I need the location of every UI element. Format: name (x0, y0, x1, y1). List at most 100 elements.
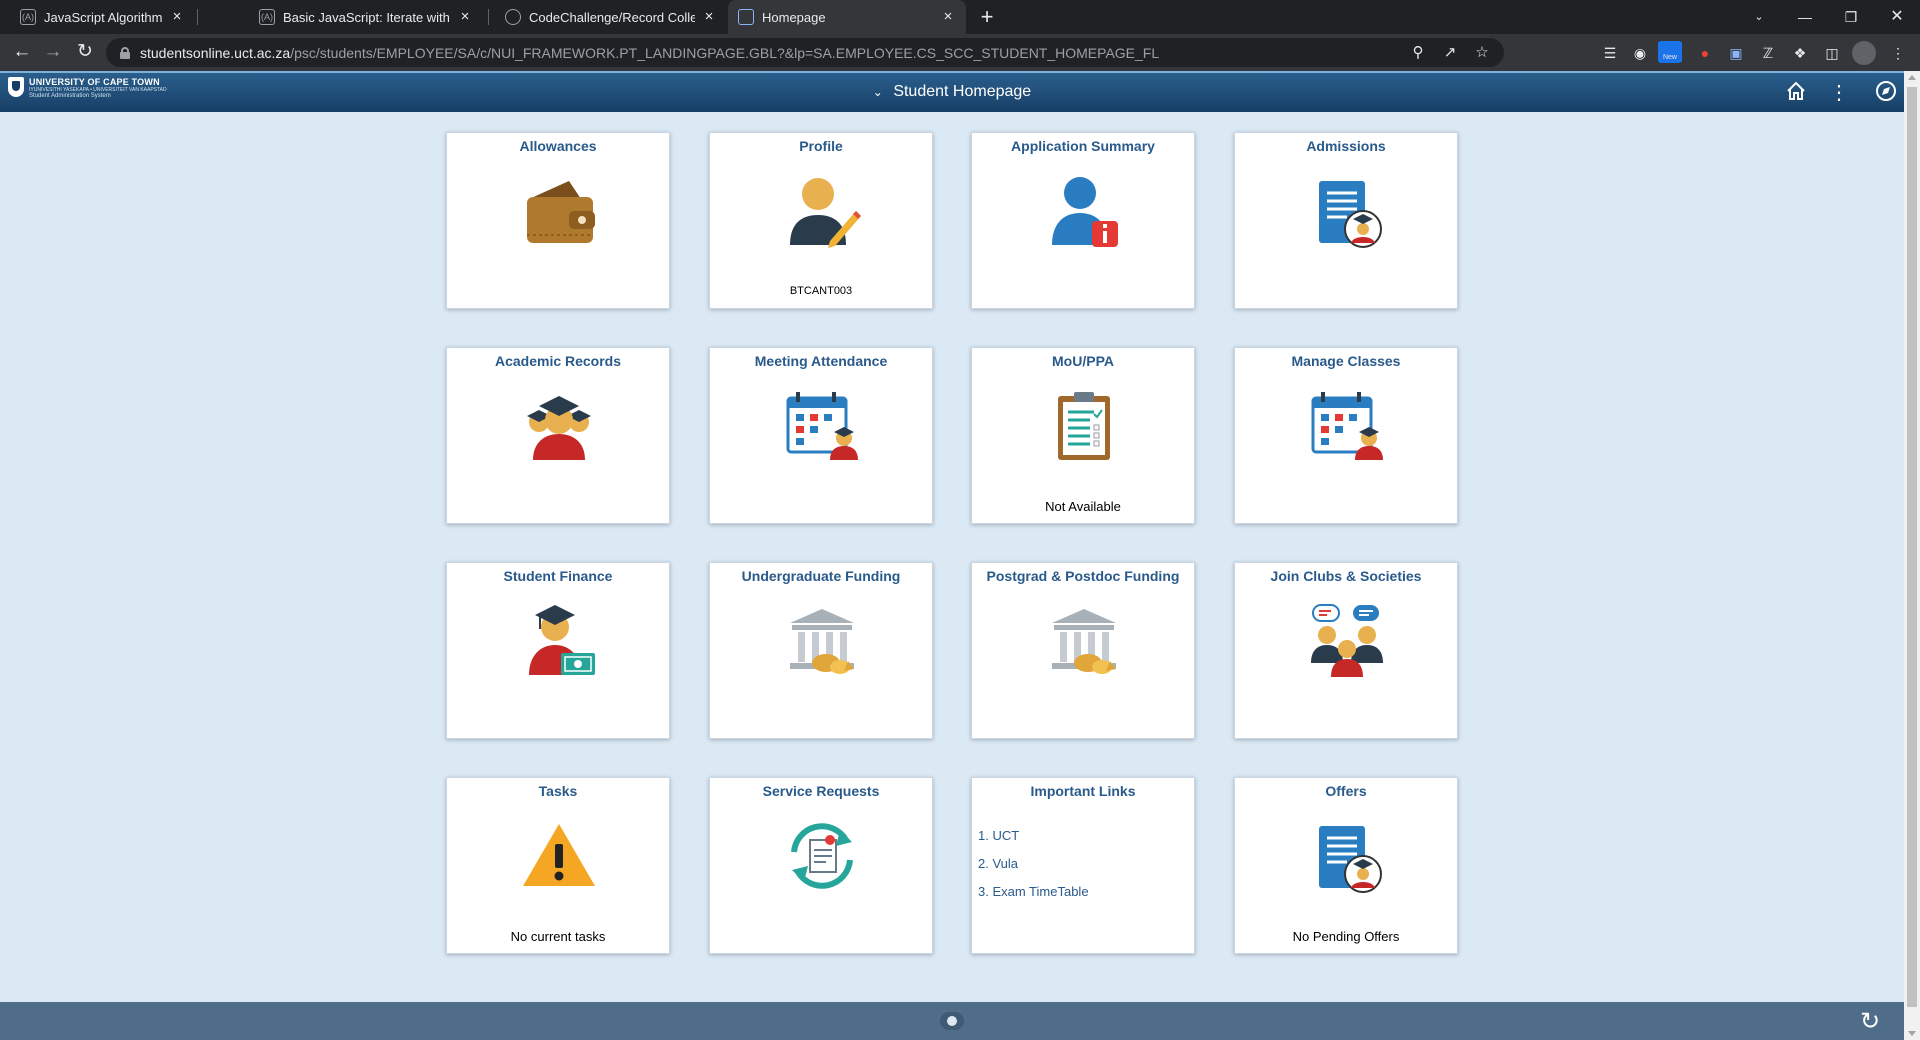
tile-title: Academic Records (494, 353, 622, 369)
tile-footer-status: Not Available (1045, 499, 1121, 514)
app-header: UNIVERSITY OF CAPE TOWN IYUNIVESITHI YAS… (0, 71, 1904, 112)
tile-important-links[interactable]: Important Links 1. UCT 2. Vula 3. Exam T… (971, 777, 1195, 954)
minimize-icon[interactable]: — (1782, 0, 1828, 34)
browser-tab[interactable]: (A) JavaScript Algorithms and Data S × (10, 0, 195, 34)
tile-join-clubs-societies[interactable]: Join Clubs & Societies (1234, 562, 1458, 739)
refresh-icon[interactable]: ↻ (1856, 1008, 1884, 1036)
warning-icon (523, 824, 595, 886)
tile-title: Service Requests (762, 783, 880, 799)
scrollbar-thumb[interactable] (1907, 87, 1917, 1007)
page-title-dropdown[interactable]: ⌄ Student Homepage (0, 83, 1904, 101)
tab-title: Homepage (762, 9, 826, 25)
tile-title: Student Finance (503, 568, 613, 584)
side-panel-icon[interactable]: ◫ (1820, 41, 1844, 65)
freecodecamp-favicon-icon: (A) (20, 9, 36, 25)
new-badge-extension-icon[interactable]: New (1658, 41, 1682, 63)
address-bar[interactable]: studentsonline.uct.ac.za /psc/students/E… (106, 38, 1504, 67)
window-close-icon[interactable]: ✕ (1874, 0, 1920, 34)
close-tab-icon[interactable]: × (701, 9, 717, 25)
browser-tab-strip: (A) JavaScript Algorithms and Data S × (… (0, 0, 1920, 34)
url-path: /psc/students/EMPLOYEE/SA/c/NUI_FRAMEWOR… (290, 44, 1160, 61)
user-info-icon (1052, 177, 1118, 247)
lock-icon (120, 46, 130, 59)
close-tab-icon[interactable]: × (940, 9, 956, 25)
bookmark-star-icon[interactable]: ☆ (1466, 42, 1498, 64)
tab-divider (197, 9, 198, 25)
link-uct[interactable]: 1. UCT (978, 828, 1089, 843)
tile-title: Tasks (538, 783, 578, 799)
tile-application-summary[interactable]: Application Summary (971, 132, 1195, 309)
chevron-down-icon: ⌄ (872, 85, 883, 99)
tile-postgrad-postdoc-funding[interactable]: Postgrad & Postdoc Funding (971, 562, 1195, 739)
uct-shield-favicon-icon (738, 9, 754, 25)
tile-admissions[interactable]: Admissions (1234, 132, 1458, 309)
camera-extension-icon[interactable]: ◉ (1628, 41, 1652, 65)
zoom-icon[interactable]: ⚲ (1402, 42, 1434, 64)
page-scrollbar[interactable] (1904, 71, 1920, 1040)
page-title: Student Homepage (893, 83, 1032, 100)
link-vula[interactable]: 2. Vula (978, 856, 1089, 871)
tile-title: Join Clubs & Societies (1270, 568, 1422, 584)
tile-meeting-attendance[interactable]: Meeting Attendance (709, 347, 933, 524)
browser-toolbar: ← → ↻ studentsonline.uct.ac.za /psc/stud… (0, 34, 1920, 71)
graduate-money-icon (529, 605, 595, 675)
tile-title: Admissions (1306, 138, 1386, 154)
tile-mou-ppa[interactable]: MoU/PPA Not Available (971, 347, 1195, 524)
document-graduate-icon (1319, 826, 1382, 893)
document-graduate-icon (1319, 181, 1382, 248)
new-tab-button[interactable]: + (974, 4, 1000, 30)
forward-arrow-icon[interactable]: → (38, 37, 68, 67)
scroll-up-icon[interactable] (1908, 75, 1916, 80)
zotero-extension-icon[interactable]: ℤ (1756, 41, 1780, 65)
blue-extension-icon[interactable]: ▣ (1724, 41, 1748, 65)
scroll-down-icon[interactable] (1908, 1031, 1916, 1036)
browser-tab[interactable]: CodeChallenge/Record Collection × (495, 0, 727, 34)
tile-service-requests[interactable]: Service Requests (709, 777, 933, 954)
tile-tasks[interactable]: Tasks No current tasks (446, 777, 670, 954)
github-favicon-icon (505, 9, 521, 25)
tile-title: Offers (1325, 783, 1367, 799)
document-sync-icon (791, 823, 853, 889)
home-icon (1787, 81, 1805, 100)
user-edit-icon (790, 178, 861, 248)
tile-title: Postgrad & Postdoc Funding (986, 568, 1180, 584)
extension-icon[interactable]: ☰ (1598, 41, 1622, 65)
tile-title: MoU/PPA (1052, 353, 1114, 369)
share-icon[interactable]: ↗ (1434, 42, 1466, 64)
close-tab-icon[interactable]: × (457, 9, 473, 25)
profile-avatar[interactable] (1852, 41, 1876, 65)
navbar-compass-icon[interactable] (1873, 80, 1899, 106)
tile-title: Profile (799, 138, 843, 154)
puzzle-extensions-icon[interactable]: ❖ (1788, 41, 1812, 65)
tile-offers[interactable]: Offers No Pending Offers (1234, 777, 1458, 954)
tile-undergraduate-funding[interactable]: Undergraduate Funding (709, 562, 933, 739)
home-button[interactable] (1783, 80, 1809, 106)
tile-title: Manage Classes (1291, 353, 1401, 369)
tile-academic-records[interactable]: Academic Records (446, 347, 670, 524)
tile-manage-classes[interactable]: Manage Classes (1234, 347, 1458, 524)
close-tab-icon[interactable]: × (169, 9, 185, 25)
tile-footer-username: BTCANT003 (789, 285, 853, 297)
bank-coins-icon (1052, 609, 1116, 674)
browser-menu-icon[interactable]: ⋮ (1886, 41, 1910, 65)
calendar-graduate-icon (1311, 392, 1383, 460)
browser-tab-active[interactable]: Homepage × (728, 0, 966, 34)
tile-student-finance[interactable]: Student Finance (446, 562, 670, 739)
tab-search-chevron-icon[interactable]: ⌄ (1736, 0, 1782, 34)
tile-allowances[interactable]: Allowances (446, 132, 670, 309)
red-extension-icon[interactable]: ● (1693, 41, 1717, 65)
restore-icon[interactable]: ❐ (1828, 0, 1874, 34)
browser-tab[interactable]: (A) Basic JavaScript: Iterate with Java … (249, 0, 483, 34)
link-exam-timetable[interactable]: 3. Exam TimeTable (978, 884, 1089, 899)
page-indicator-dot[interactable] (940, 1012, 964, 1030)
tile-footer-status: No current tasks (510, 929, 606, 944)
actions-menu-icon[interactable]: ⋮ (1826, 80, 1852, 106)
important-links-list: 1. UCT 2. Vula 3. Exam TimeTable (978, 828, 1089, 912)
tab-title: Basic JavaScript: Iterate with Java (283, 9, 451, 25)
tile-profile[interactable]: Profile BTCANT003 (709, 132, 933, 309)
tab-divider (488, 9, 489, 25)
bank-coins-icon (790, 609, 854, 674)
reload-icon[interactable]: ↻ (70, 37, 100, 67)
tile-title: Important Links (1030, 783, 1136, 799)
back-arrow-icon[interactable]: ← (7, 37, 37, 67)
